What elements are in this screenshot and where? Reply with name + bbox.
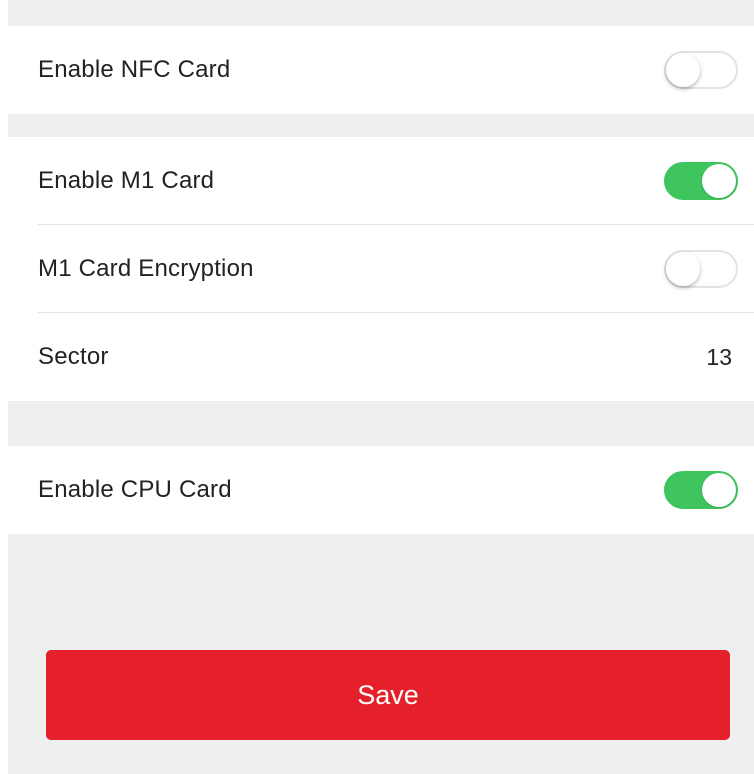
sector-row[interactable]: Sector 13 [8,313,754,401]
m1-section: Enable M1 Card M1 Card Encryption Sector… [8,137,754,401]
enable-m1-card-label: Enable M1 Card [38,167,215,194]
toggle-knob [666,252,700,286]
nfc-section: Enable NFC Card [8,26,754,114]
m1-card-encryption-row[interactable]: M1 Card Encryption [8,225,754,313]
enable-nfc-card-label: Enable NFC Card [38,56,231,83]
sector-label: Sector [38,343,109,370]
sector-value: 13 [706,343,732,370]
toggle-knob [702,473,736,507]
toggle-knob [666,53,700,87]
enable-nfc-card-row[interactable]: Enable NFC Card [8,26,754,114]
m1-card-encryption-label: M1 Card Encryption [38,255,254,282]
enable-cpu-card-label: Enable CPU Card [38,476,232,503]
enable-cpu-card-toggle[interactable] [664,471,738,509]
enable-m1-card-row[interactable]: Enable M1 Card [8,137,754,225]
enable-m1-card-toggle[interactable] [664,162,738,200]
card-settings-page: Enable NFC Card Enable M1 Card M1 Card E… [8,0,754,774]
cpu-section: Enable CPU Card [8,446,754,534]
m1-card-encryption-toggle[interactable] [664,250,738,288]
save-button[interactable]: Save [46,650,730,740]
enable-cpu-card-row[interactable]: Enable CPU Card [8,446,754,534]
enable-nfc-card-toggle[interactable] [664,51,738,89]
toggle-knob [702,164,736,198]
